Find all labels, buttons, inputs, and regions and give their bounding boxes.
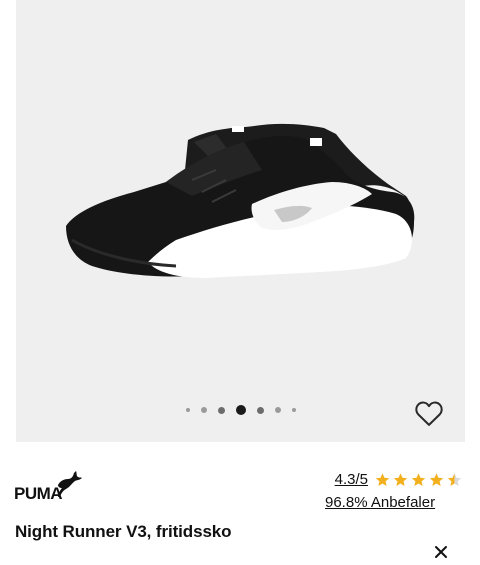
gallery-pagination: [16, 404, 465, 416]
product-image-gallery[interactable]: [16, 0, 465, 442]
pagination-dot[interactable]: [200, 407, 207, 413]
brand-logo[interactable]: PUMA: [14, 469, 82, 503]
star-icon: [393, 472, 408, 486]
pagination-dot-active[interactable]: [235, 405, 246, 415]
recommendation-link[interactable]: 96.8% Anbefaler: [325, 494, 435, 511]
pagination-dot[interactable]: [185, 408, 190, 412]
pagination-dot[interactable]: [217, 406, 225, 414]
pagination-dot[interactable]: [291, 408, 296, 412]
rating-summary[interactable]: 4.3/5: [335, 471, 463, 488]
product-image: [66, 123, 415, 278]
star-icon: [429, 472, 444, 486]
star-icon: [375, 472, 390, 486]
pagination-dot[interactable]: [256, 406, 264, 414]
svg-text:PUMA: PUMA: [14, 484, 62, 501]
shoe-front: [66, 136, 415, 278]
puma-logo: PUMA: [14, 471, 82, 503]
rating-stars: [374, 472, 463, 488]
rating-value[interactable]: 4.3/5: [335, 471, 368, 488]
star-icon: [411, 472, 426, 486]
close-icon: [435, 546, 447, 558]
star-half-icon: [447, 472, 462, 486]
product-title: Night Runner V3, fritidssko: [15, 522, 232, 541]
close-button[interactable]: [433, 544, 449, 560]
heart-outline-icon: [415, 401, 443, 426]
pagination-dot[interactable]: [274, 407, 281, 413]
favorite-button[interactable]: [412, 396, 446, 430]
